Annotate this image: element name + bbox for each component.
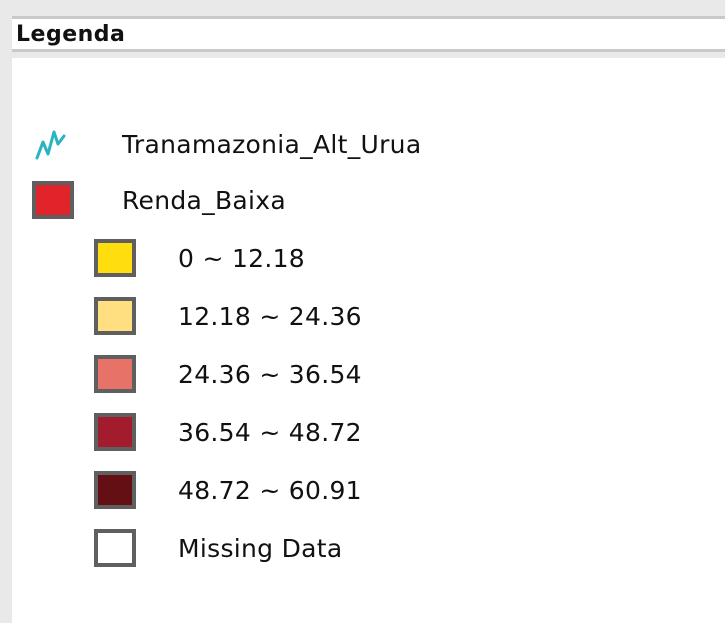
class-swatch	[94, 355, 136, 393]
class-label: 36.54 ~ 48.72	[178, 417, 362, 447]
legend-window: Legenda Tranamazonia_Alt_Urua Renda_Baix…	[0, 0, 725, 623]
class-swatch	[94, 471, 136, 509]
class-swatch	[94, 413, 136, 451]
legend-panel: Tranamazonia_Alt_Urua Renda_Baixa 0 ~ 12…	[12, 58, 725, 623]
class-label: 12.18 ~ 24.36	[178, 301, 362, 331]
class-swatch	[94, 239, 136, 277]
class-label: Missing Data	[178, 533, 343, 563]
layer-label: Renda_Baixa	[122, 185, 286, 215]
legend-titlebar[interactable]: Legenda	[12, 16, 725, 52]
class-label: 0 ~ 12.18	[178, 243, 306, 273]
polyline-layer-icon	[35, 130, 66, 160]
legend-title: Legenda	[16, 22, 126, 47]
legend-class-item: 48.72 ~ 60.91	[94, 470, 362, 510]
class-label: 24.36 ~ 36.54	[178, 359, 362, 389]
class-swatch	[94, 297, 136, 335]
legend-class-item: 12.18 ~ 24.36	[94, 296, 362, 336]
class-label: 48.72 ~ 60.91	[178, 475, 362, 505]
class-swatch	[94, 529, 136, 567]
legend-class-item: 36.54 ~ 48.72	[94, 412, 362, 452]
legend-class-item: Missing Data	[94, 528, 342, 568]
layer-item-renda-baixa[interactable]: Renda_Baixa	[32, 180, 286, 220]
layer-item-tranamazonia[interactable]: Tranamazonia_Alt_Urua	[34, 124, 421, 164]
legend-class-item: 24.36 ~ 36.54	[94, 354, 362, 394]
layer-label: Tranamazonia_Alt_Urua	[122, 129, 422, 159]
polygon-layer-icon	[32, 181, 74, 219]
legend-class-item: 0 ~ 12.18	[94, 238, 305, 278]
